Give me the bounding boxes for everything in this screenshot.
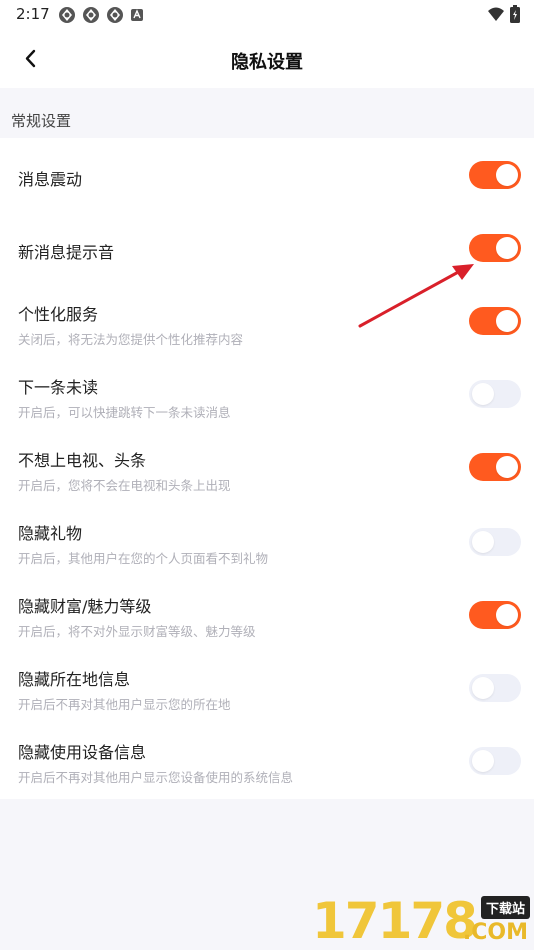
app-header: 隐私设置 — [0, 30, 534, 88]
hide-device-toggle[interactable] — [469, 747, 521, 775]
notification-icon — [83, 7, 99, 23]
setting-title: 隐藏使用设备信息 — [18, 743, 147, 762]
status-bar: 2:17 — [0, 0, 534, 30]
hide-levels-toggle[interactable] — [469, 601, 521, 629]
watermark-domain: .COM — [462, 920, 528, 945]
watermark-number: 17178 — [312, 892, 478, 950]
status-time: 2:17 — [16, 5, 50, 23]
section-title: 常规设置 — [11, 112, 72, 130]
toggle-knob — [496, 237, 518, 259]
setting-title: 新消息提示音 — [18, 243, 115, 262]
next-unread-toggle[interactable] — [469, 380, 521, 408]
setting-title: 隐藏所在地信息 — [18, 670, 131, 689]
annotation-arrow-icon — [358, 264, 474, 328]
toggle-knob — [496, 310, 518, 332]
notification-icon — [59, 7, 75, 23]
a-icon — [131, 9, 143, 21]
watermark-badge: 下载站 — [480, 896, 530, 919]
wifi-icon — [488, 7, 504, 21]
watermark-logo: 17178 下载站 .COM — [312, 892, 534, 950]
setting-description: 开启后，您将不会在电视和头条上出现 — [18, 478, 231, 493]
setting-title: 消息震动 — [18, 170, 83, 189]
toggle-knob — [496, 604, 518, 626]
hide-gifts-toggle[interactable] — [469, 528, 521, 556]
notification-icon — [107, 7, 123, 23]
setting-description: 开启后，将不对外显示财富等级、魅力等级 — [18, 624, 256, 639]
setting-title: 个性化服务 — [18, 305, 99, 324]
toggle-knob — [472, 383, 494, 405]
setting-description: 关闭后，将无法为您提供个性化推荐内容 — [18, 332, 244, 347]
setting-title: 隐藏财富/魅力等级 — [18, 597, 152, 616]
battery-icon — [510, 5, 520, 23]
status-notification-icons — [58, 6, 144, 24]
page-title: 隐私设置 — [231, 52, 303, 73]
toggle-knob — [472, 677, 494, 699]
setting-title: 不想上电视、头条 — [18, 451, 147, 470]
toggle-knob — [472, 750, 494, 772]
setting-description: 开启后，可以快捷跳转下一条未读消息 — [18, 405, 231, 420]
tv-headline-toggle[interactable] — [469, 453, 521, 481]
settings-list: 消息震动 新消息提示音 个性化服务 关闭后，将无法为您提供个性化推荐内容 下一条… — [0, 138, 534, 799]
vibration-toggle[interactable] — [469, 161, 521, 189]
toggle-knob — [496, 164, 518, 186]
toggle-knob — [496, 456, 518, 478]
status-system-icons — [487, 5, 520, 23]
toggle-knob — [472, 531, 494, 553]
setting-description: 开启后，其他用户在您的个人页面看不到礼物 — [18, 551, 269, 566]
setting-title: 下一条未读 — [18, 378, 99, 397]
setting-description: 开启后不再对其他用户显示您的所在地 — [18, 697, 231, 712]
setting-title: 隐藏礼物 — [18, 524, 83, 543]
hide-location-toggle[interactable] — [469, 674, 521, 702]
setting-description: 开启后不再对其他用户显示您设备使用的系统信息 — [18, 770, 294, 785]
